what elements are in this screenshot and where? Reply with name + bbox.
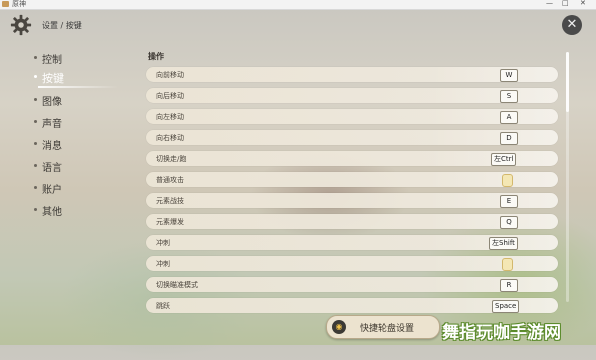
- sidebar-item-label: 账户: [42, 185, 62, 196]
- action-label: 切换走/跑: [156, 155, 187, 163]
- sidebar-item-label: 消息: [42, 141, 62, 152]
- keybinding-row[interactable]: 元素战技 E: [146, 193, 558, 208]
- key-button[interactable]: 左Ctrl: [491, 153, 517, 166]
- row-highlight: [428, 109, 558, 124]
- bullet-icon: [34, 120, 37, 123]
- app-icon: [2, 1, 9, 7]
- action-label: 普通攻击: [156, 176, 184, 184]
- sidebar-item-label: 图像: [42, 97, 62, 108]
- row-highlight: [428, 130, 558, 145]
- action-label: 冲刺: [156, 260, 170, 268]
- gear-icon: [10, 14, 32, 36]
- sidebar-item-label: 按键: [42, 72, 64, 85]
- sidebar-item-graphics[interactable]: 图像: [30, 92, 130, 110]
- sidebar-item-keybindings[interactable]: 按键: [30, 69, 130, 88]
- bullet-icon: [34, 98, 37, 101]
- sidebar-item-messages[interactable]: 消息: [30, 136, 130, 154]
- action-label: 切换瞄准模式: [156, 281, 198, 289]
- window-close-button[interactable]: ✕: [580, 0, 586, 7]
- section-title: 操作: [148, 52, 164, 61]
- keybinding-row[interactable]: 向左移动 A: [146, 109, 558, 124]
- action-label: 跳跃: [156, 302, 170, 310]
- keybinding-row[interactable]: 向后移动 S: [146, 88, 558, 103]
- key-button[interactable]: Space: [492, 300, 520, 313]
- sidebar-item-label: 控制: [42, 55, 62, 66]
- key-button[interactable]: E: [500, 195, 518, 208]
- sidebar-item-audio[interactable]: 声音: [30, 114, 130, 132]
- keybinding-row[interactable]: 切换走/跑 左Ctrl: [146, 151, 558, 166]
- keybinding-row[interactable]: 冲刺 左Shift: [146, 235, 558, 250]
- bullet-icon: [34, 208, 37, 211]
- keybinding-row[interactable]: 普通攻击: [146, 172, 558, 187]
- row-highlight: [428, 256, 558, 271]
- bullet-icon: [34, 186, 37, 189]
- action-label: 向左移动: [156, 113, 184, 121]
- row-highlight: [428, 193, 558, 208]
- keybinding-row[interactable]: 元素爆发 Q: [146, 214, 558, 229]
- key-button[interactable]: R: [500, 279, 518, 292]
- keybinding-row[interactable]: 向右移动 D: [146, 130, 558, 145]
- quick-wheel-settings-label: 快捷轮盘设置: [360, 324, 415, 334]
- action-label: 元素爆发: [156, 218, 184, 226]
- watermark: 舞指玩咖手游网: [442, 323, 561, 343]
- row-highlight: [428, 88, 558, 103]
- keybinding-row[interactable]: 切换瞄准模式 R: [146, 277, 558, 292]
- quick-wheel-settings-button[interactable]: ◉ 快捷轮盘设置: [326, 315, 440, 339]
- sidebar-item-label: 其他: [42, 207, 62, 218]
- key-button[interactable]: 左Shift: [489, 237, 518, 250]
- maximize-button[interactable]: □: [562, 0, 569, 7]
- bullet-icon: [34, 56, 37, 59]
- wheel-icon: ◉: [332, 320, 346, 334]
- keybinding-row[interactable]: 向前移动 W: [146, 67, 558, 82]
- sidebar-item-account[interactable]: 账户: [30, 180, 130, 198]
- action-label: 向前移动: [156, 71, 184, 79]
- key-button[interactable]: A: [500, 111, 518, 124]
- keybinding-row[interactable]: 冲刺: [146, 256, 558, 271]
- sidebar-item-label: 声音: [42, 119, 62, 130]
- mouse-icon[interactable]: [502, 174, 513, 187]
- row-highlight: [428, 67, 558, 82]
- sidebar-item-controls[interactable]: 控制: [30, 50, 130, 68]
- bullet-icon: [34, 164, 37, 167]
- key-button[interactable]: S: [500, 90, 518, 103]
- sidebar-item-label: 语言: [42, 163, 62, 174]
- close-settings-button[interactable]: ✕: [562, 15, 582, 35]
- row-highlight: [428, 214, 558, 229]
- action-label: 元素战技: [156, 197, 184, 205]
- active-indicator: [38, 86, 118, 88]
- action-label: 冲刺: [156, 239, 170, 247]
- window-title: 原神: [12, 0, 26, 8]
- window-titlebar: 原神 — □ ✕: [0, 0, 596, 10]
- keybinding-row[interactable]: 跳跃 Space: [146, 298, 558, 313]
- scrollbar-thumb[interactable]: [566, 52, 569, 112]
- bullet-icon: [34, 75, 37, 78]
- action-label: 向后移动: [156, 92, 184, 100]
- minimize-button[interactable]: —: [546, 0, 553, 7]
- key-button[interactable]: Q: [500, 216, 518, 229]
- sidebar-item-language[interactable]: 语言: [30, 158, 130, 176]
- key-button[interactable]: D: [500, 132, 518, 145]
- bullet-icon: [34, 142, 37, 145]
- mouse-icon[interactable]: [502, 258, 513, 271]
- sidebar-item-other[interactable]: 其他: [30, 202, 130, 220]
- action-label: 向右移动: [156, 134, 184, 142]
- key-button[interactable]: W: [500, 69, 518, 82]
- breadcrumb: 设置 / 按键: [42, 21, 82, 30]
- row-highlight: [428, 172, 558, 187]
- row-highlight: [428, 277, 558, 292]
